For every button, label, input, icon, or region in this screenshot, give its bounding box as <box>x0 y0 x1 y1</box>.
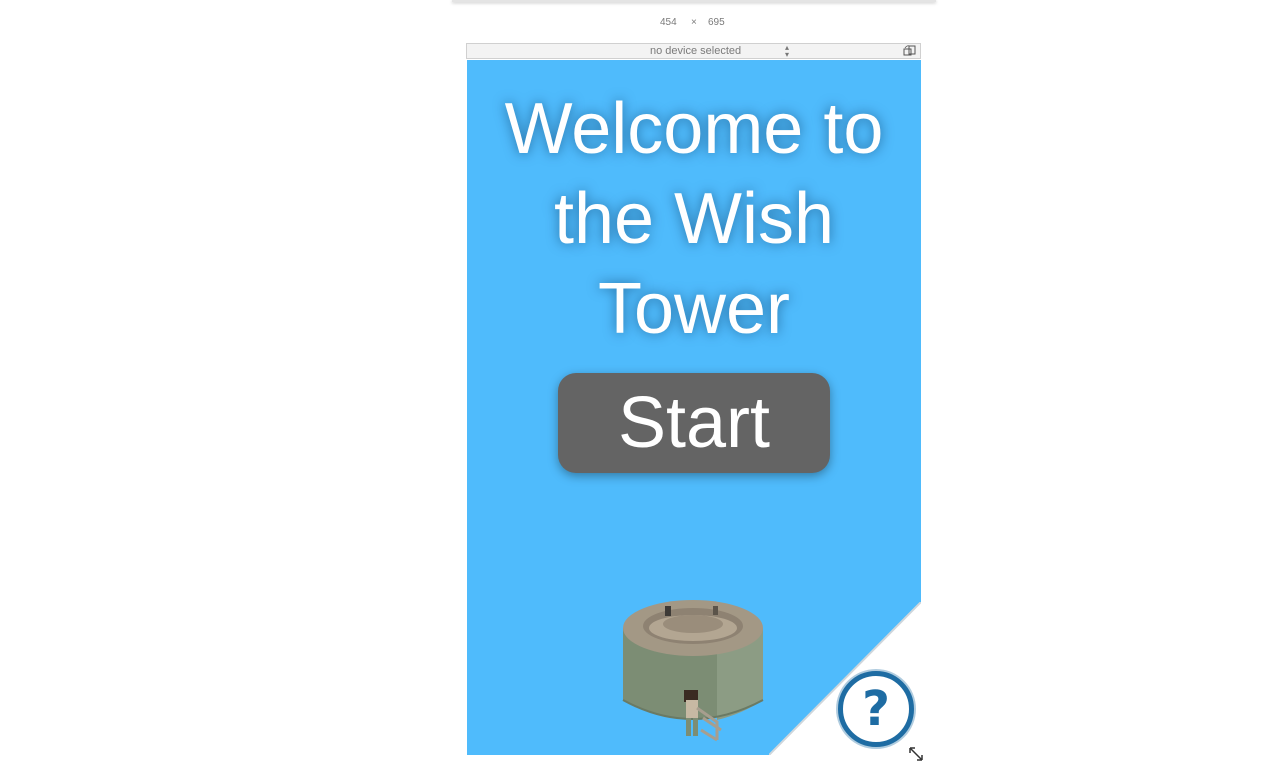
select-arrows-icon: ▴ ▾ <box>785 43 790 59</box>
question-mark-icon: ? <box>862 681 890 737</box>
viewport-height[interactable]: 695 <box>708 17 725 28</box>
devtools-top-bar <box>452 0 936 2</box>
viewport-width[interactable]: 454 <box>660 17 677 28</box>
resize-handle-icon[interactable] <box>907 745 925 763</box>
title-line: Tower <box>597 269 791 349</box>
game-title: Welcome to the Wish Tower <box>467 84 921 354</box>
device-toolbar: no device selected ▴ ▾ <box>466 43 921 59</box>
title-line: the Wish <box>553 179 835 259</box>
rotate-device-icon[interactable] <box>903 45 917 57</box>
help-button[interactable]: ? <box>838 671 914 747</box>
device-select[interactable]: no device selected <box>650 45 741 57</box>
start-button[interactable]: Start <box>558 373 830 473</box>
dimension-separator: × <box>691 17 697 28</box>
game-viewport: Welcome to the Wish Tower Start ? <box>467 60 921 755</box>
tower-image <box>622 600 764 742</box>
title-line: Welcome to <box>504 89 884 169</box>
